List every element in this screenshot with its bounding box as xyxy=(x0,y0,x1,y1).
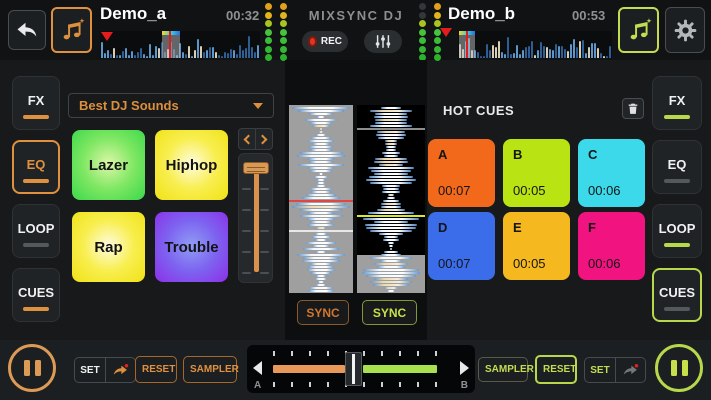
hot-cue-pad-f[interactable]: F 00:06 xyxy=(578,212,645,280)
music-note-icon xyxy=(626,17,652,43)
deck-a-time: 00:32 xyxy=(226,8,259,23)
crossfader-track-a xyxy=(273,365,345,373)
mixsync-dj-app: Demo_a 00:32 MIXSYNC DJ REC Demo_b 00:53 xyxy=(0,0,711,400)
deck-a-share-button[interactable] xyxy=(105,358,135,382)
back-icon xyxy=(15,20,39,40)
gear-icon xyxy=(673,18,698,43)
deck-b-set-group: SET xyxy=(584,357,646,383)
deck-a-title: Demo_a xyxy=(100,4,166,24)
deck-a-overview-waveform[interactable] xyxy=(100,31,260,58)
rec-dot-icon xyxy=(308,36,317,47)
sound-pack-value: Best DJ Sounds xyxy=(79,98,179,113)
deck-a-cue-marker-icon xyxy=(101,32,113,41)
record-button[interactable]: REC xyxy=(302,31,348,52)
top-bar: Demo_a 00:32 MIXSYNC DJ REC Demo_b 00:53 xyxy=(0,0,711,60)
deck-a-music-library-button[interactable] xyxy=(51,7,92,53)
hot-cue-pad-e[interactable]: E 00:05 xyxy=(503,212,570,280)
deck-b-reset-button[interactable]: RESET xyxy=(535,355,577,384)
rec-label: REC xyxy=(321,36,342,47)
sampler-pad-hiphop[interactable]: Hiphop xyxy=(155,130,228,200)
deck-a-beat-line xyxy=(289,230,353,232)
crossfader-b-label: B xyxy=(461,380,468,391)
deck-b-sync-button[interactable]: SYNC xyxy=(362,300,417,325)
mixer-button[interactable] xyxy=(364,30,402,53)
chevron-left-icon xyxy=(244,134,254,144)
chevron-right-icon xyxy=(258,134,268,144)
deck-b-title: Demo_b xyxy=(448,4,515,24)
deck-a-cue-line xyxy=(289,200,353,202)
deck-b-loop-button[interactable]: LOOP xyxy=(652,204,702,258)
deck-a-reset-button[interactable]: RESET xyxy=(135,356,177,383)
deck-b-share-button[interactable] xyxy=(615,358,645,382)
slider-stem xyxy=(254,168,259,272)
deck-b-scroll-waveform[interactable] xyxy=(357,105,425,293)
crossfader: A B xyxy=(247,345,475,393)
deck-b-time: 00:53 xyxy=(572,8,605,23)
next-page-button[interactable] xyxy=(255,129,272,149)
crossfader-handle[interactable] xyxy=(345,352,362,386)
crossfader-a-label: A xyxy=(254,380,261,391)
back-button[interactable] xyxy=(8,10,46,50)
deck-b-eq-button[interactable]: EQ xyxy=(652,140,702,194)
deck-b-cue-marker-icon xyxy=(440,28,452,37)
sampler-pad-lazer[interactable]: Lazer xyxy=(72,130,145,200)
deck-b-sampler-button[interactable]: SAMPLER xyxy=(478,357,528,382)
crossfader-track-b xyxy=(363,365,437,373)
deck-a-vu-meter-left xyxy=(265,3,272,61)
deck-b-play-pause-button[interactable] xyxy=(655,344,703,392)
pause-icon xyxy=(24,360,30,376)
deck-a-set-group: SET xyxy=(74,357,136,383)
trash-icon xyxy=(627,103,639,115)
sampler-pad-rap[interactable]: Rap xyxy=(72,212,145,282)
deck-a-playhead xyxy=(162,31,180,58)
hot-cue-pad-d[interactable]: D 00:07 xyxy=(428,212,495,280)
slider-handle[interactable] xyxy=(243,162,269,174)
music-note-icon xyxy=(59,17,85,43)
deck-b-music-library-button[interactable] xyxy=(618,7,659,53)
chevron-down-icon xyxy=(253,103,263,109)
mixer-sliders-icon xyxy=(374,35,392,48)
app-title: MIXSYNC DJ xyxy=(286,8,426,23)
deck-b-set-button[interactable]: SET xyxy=(585,358,615,382)
prev-page-button[interactable] xyxy=(239,129,255,149)
deck-a-loop-button[interactable]: LOOP xyxy=(12,204,60,258)
deck-b-overview-waveform[interactable] xyxy=(458,31,612,58)
deck-a-vertical-waveform xyxy=(289,105,353,293)
deck-b-vu-meter-left xyxy=(419,3,426,61)
pause-icon xyxy=(671,360,677,376)
deck-a-cues-button[interactable]: CUES xyxy=(12,268,60,322)
deck-a-fx-button[interactable]: FX xyxy=(12,76,60,130)
share-arrow-icon xyxy=(112,363,129,377)
hot-cue-pad-b[interactable]: B 00:05 xyxy=(503,139,570,207)
hot-cues-title: HOT CUES xyxy=(443,103,514,118)
transport-bar: SET RESET SAMPLER A B SAMPLER RESET SET xyxy=(0,340,711,400)
sampler-pad-trouble[interactable]: Trouble xyxy=(155,212,228,282)
deck-b-cue-line xyxy=(357,215,425,217)
deck-b-playhead xyxy=(459,31,475,58)
deck-a-scroll-waveform[interactable] xyxy=(289,105,353,293)
deck-b-fx-button[interactable]: FX xyxy=(652,76,702,130)
deck-a-set-button[interactable]: SET xyxy=(75,358,105,382)
deck-a-play-pause-button[interactable] xyxy=(8,344,56,392)
hot-cue-pad-c[interactable]: C 00:06 xyxy=(578,139,645,207)
deck-b-vertical-waveform xyxy=(357,105,425,293)
crossfader-right-arrow-icon xyxy=(460,361,469,375)
slider-ticks-left xyxy=(242,188,251,274)
slider-ticks-right xyxy=(260,188,269,274)
deck-b-cues-button[interactable]: CUES xyxy=(652,268,702,322)
deck-a-sync-button[interactable]: SYNC xyxy=(297,300,349,325)
sampler-pager xyxy=(238,128,273,150)
deck-a-eq-button[interactable]: EQ xyxy=(12,140,60,194)
deck-a-sampler-button[interactable]: SAMPLER xyxy=(183,356,237,383)
settings-button[interactable] xyxy=(665,7,705,53)
sound-pack-dropdown[interactable]: Best DJ Sounds xyxy=(68,93,274,118)
share-arrow-icon xyxy=(622,363,639,377)
sampler-volume-slider[interactable] xyxy=(238,153,273,283)
hot-cue-pad-a[interactable]: A 00:07 xyxy=(428,139,495,207)
deck-a-waveform-bars xyxy=(100,31,260,58)
crossfader-left-arrow-icon xyxy=(253,361,262,375)
deck-b-waveform-bars xyxy=(458,31,612,58)
clear-cues-button[interactable] xyxy=(622,98,644,119)
deck-b-beat-line xyxy=(357,128,425,130)
